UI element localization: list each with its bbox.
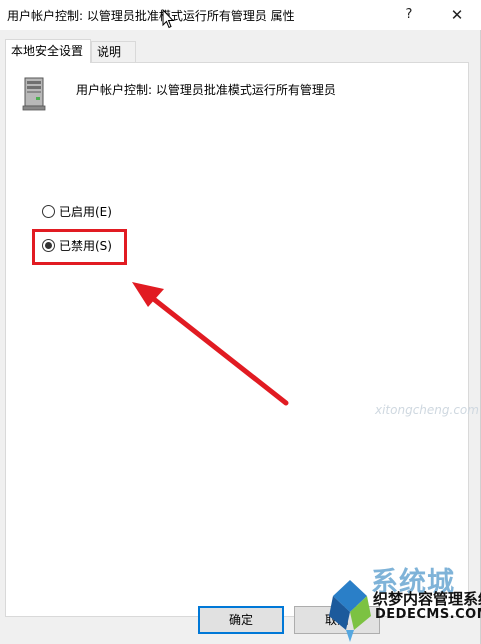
enabled-radio[interactable]: 已启用(E) [42,203,112,221]
title-bar: 用户帐户控制: 以管理员批准模式运行所有管理员 属性 ? ✕ [0,0,481,30]
server-computer-icon [22,77,46,111]
ok-button[interactable]: 确定 [198,606,284,634]
radio-button-unchecked[interactable] [42,205,55,218]
tab-panel: 用户帐户控制: 以管理员批准模式运行所有管理员 已启用(E) 已禁用(S) xi… [5,62,479,617]
dialog-content: 本地安全设置 说明 用户帐户控制: 以管理员批准模式运行所有管理员 已启用(E)… [0,30,481,644]
annotation-arrow-icon [132,282,289,406]
tab-local-security-setting[interactable]: 本地安全设置 [5,39,91,63]
watermark-sub1: 织梦内容管理系统 [373,590,481,608]
watermark-sub2: DEDECMS.COM [375,607,481,622]
close-button[interactable]: ✕ [444,4,470,26]
enabled-label: 已启用(E) [59,205,112,219]
windows-logo-icon [329,580,371,642]
window-title: 用户帐户控制: 以管理员批准模式运行所有管理员 属性 [7,9,295,23]
annotation-highlight-box [32,229,127,265]
mouse-cursor-icon [162,9,174,29]
tab-explain[interactable]: 说明 [91,41,136,63]
help-button[interactable]: ? [396,4,422,26]
faint-watermark: xitongcheng.com [375,403,479,417]
site-watermark: 系统城 织梦内容管理系统 DEDECMS.COM [325,560,481,644]
policy-name: 用户帐户控制: 以管理员批准模式运行所有管理员 [76,83,336,97]
